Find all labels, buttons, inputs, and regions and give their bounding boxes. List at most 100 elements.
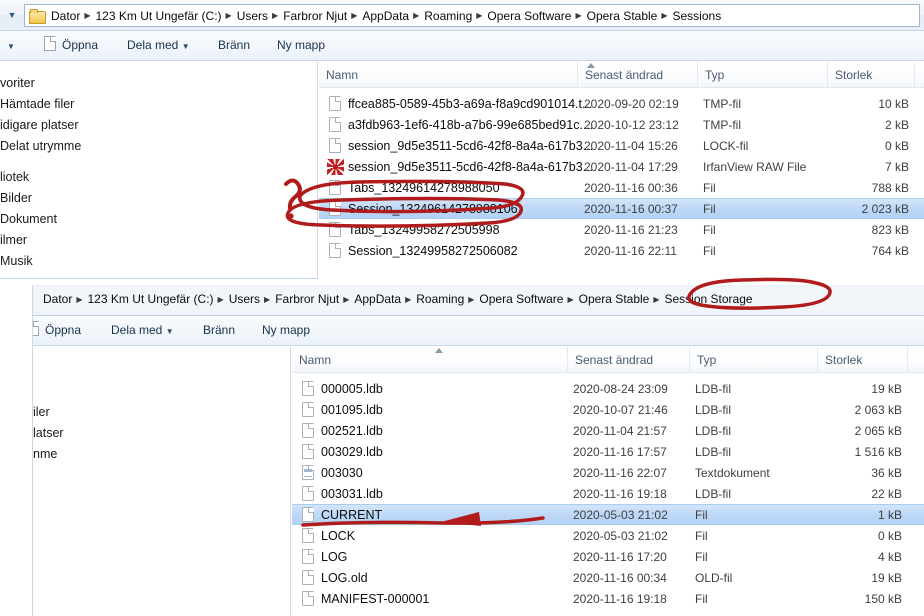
breadcrumb-item-appdata[interactable]: AppData	[351, 291, 404, 307]
breadcrumb-separator-icon: ▶	[468, 294, 475, 304]
table-row[interactable]: LOG.old 2020-11-16 00:34 OLD-fil 19 kB	[292, 567, 924, 588]
breadcrumb-item-roaming[interactable]: Roaming	[413, 291, 467, 307]
file-list-pane[interactable]: Namn Senast ändrad Typ Storlek 000005.ld…	[292, 347, 924, 616]
file-name-cell: 001095.ldb	[321, 402, 383, 417]
file-list-pane[interactable]: Namn Senast ändrad Typ Storlek ffcea885-…	[319, 62, 924, 278]
file-name-cell: session_9d5e3511-5cd6-42f8-8a4a-617b3...	[348, 138, 594, 153]
folder-icon	[29, 9, 46, 24]
burn-button[interactable]: Bränn	[218, 38, 250, 52]
file-name-cell: 002521.ldb	[321, 423, 383, 438]
file-icon	[302, 422, 315, 439]
file-type-cell: OLD-fil	[695, 570, 733, 585]
table-row[interactable]: 003029.ldb 2020-11-16 17:57 LDB-fil 1 516 k…	[292, 441, 924, 462]
table-row[interactable]: LOCK 2020-05-03 21:02 Fil 0 kB	[292, 525, 924, 546]
nav-item[interactable]: Dokument	[0, 212, 57, 226]
column-header-type[interactable]: Typ	[697, 62, 827, 88]
nav-item[interactable]: voriter	[0, 76, 35, 90]
nav-item[interactable]: Musik	[0, 254, 33, 268]
column-header-modified[interactable]: Senast ändrad	[577, 62, 697, 88]
breadcrumb-item-users[interactable]: Users	[226, 291, 263, 307]
new-folder-button[interactable]: Ny mapp	[262, 323, 310, 337]
table-row[interactable]: MANIFEST-000001 2020-11-16 19:18 Fil 150 kB	[292, 588, 924, 609]
column-header-size[interactable]: Storlek	[827, 62, 914, 88]
table-row[interactable]: ffcea885-0589-45b3-a69a-f8a9cd901014.t..…	[319, 93, 924, 114]
explorer-window-sessions: ▼ Dator ▶ 123 Km Ut Ungefär (C:) ▶ Users ▶ Far…	[0, 0, 924, 285]
breadcrumb-item-sessions[interactable]: Sessions	[670, 8, 725, 24]
column-header-extra[interactable]	[907, 347, 924, 373]
file-name-cell: ffcea885-0589-45b3-a69a-f8a9cd901014.t..…	[348, 96, 593, 111]
breadcrumb-item-appdata[interactable]: AppData	[359, 8, 412, 24]
breadcrumb-item-opera-software[interactable]: Opera Software	[484, 8, 574, 24]
breadcrumb-item-123-km-ut-ungef-r-c[interactable]: 123 Km Ut Ungefär (C:)	[85, 291, 217, 307]
breadcrumb-item-users[interactable]: Users	[234, 8, 271, 24]
file-icon	[302, 380, 315, 397]
nav-item[interactable]: latser	[33, 426, 64, 440]
nav-item[interactable]: iler	[33, 405, 50, 419]
column-header-type[interactable]: Typ	[689, 347, 817, 373]
file-name-cell: LOG.old	[321, 570, 368, 585]
table-row[interactable]: LOG 2020-11-16 17:20 Fil 4 kB	[292, 546, 924, 567]
file-icon	[302, 485, 315, 502]
column-header-extra[interactable]	[914, 62, 924, 88]
column-header-modified[interactable]: Senast ändrad	[567, 347, 689, 373]
table-row[interactable]: session_9d5e3511-5cd6-42f8-8a4a-617b3...…	[319, 135, 924, 156]
table-row[interactable]: a3fdb963-1ef6-418b-a7b6-99e685bed91c....…	[319, 114, 924, 135]
address-field[interactable]: Dator ▶ 123 Km Ut Ungefär (C:) ▶ Users ▶ Farbr…	[24, 4, 920, 27]
table-row[interactable]: session_9d5e3511-5cd6-42f8-8a4a-617b3...…	[319, 156, 924, 177]
column-header-size[interactable]: Storlek	[817, 347, 907, 373]
burn-button[interactable]: Bränn	[203, 323, 235, 337]
organize-caret-icon[interactable]: ▼	[7, 42, 15, 51]
table-row[interactable]: 000005.ldb 2020-08-24 23:09 LDB-fil 19 kB	[292, 378, 924, 399]
breadcrumb-item-opera-stable[interactable]: Opera Stable	[576, 291, 653, 307]
table-row[interactable]: Session_13249614278988106 2020-11-16 00:3…	[319, 198, 924, 219]
file-modified-cell: 2020-09-20 02:19	[584, 96, 679, 111]
table-row[interactable]: 003031.ldb 2020-11-16 19:18 LDB-fil 22 kB	[292, 483, 924, 504]
table-row[interactable]: 001095.ldb 2020-10-07 21:46 LDB-fil 2 063 k…	[292, 399, 924, 420]
nav-item[interactable]: liotek	[0, 170, 29, 184]
open-button[interactable]: Öppna	[62, 38, 98, 52]
breadcrumb-separator-icon: ▶	[272, 11, 279, 20]
breadcrumb-item-session-storage[interactable]: Session Storage	[662, 291, 756, 307]
address-field[interactable]: Dator ▶ 123 Km Ut Ungefär (C:) ▶ Users ▶ Farbr…	[34, 287, 924, 311]
breadcrumb-item-123-km-ut-ungef-r-c[interactable]: 123 Km Ut Ungefär (C:)	[93, 8, 225, 24]
breadcrumb-item-farbror-njut[interactable]: Farbror Njut	[280, 8, 350, 24]
file-rows: ffcea885-0589-45b3-a69a-f8a9cd901014.t..…	[319, 93, 924, 261]
nav-item[interactable]: nme	[33, 447, 57, 461]
breadcrumb-item-opera-software[interactable]: Opera Software	[476, 291, 566, 307]
table-row[interactable]: Tabs_13249958272505998 2020-11-16 21:23 Fi…	[319, 219, 924, 240]
breadcrumb-item-dator[interactable]: Dator	[40, 291, 75, 307]
file-name-cell: 003029.ldb	[321, 444, 383, 459]
table-row[interactable]: Tabs_13249614278988050 2020-11-16 00:36 Fi…	[319, 177, 924, 198]
file-type-cell: LDB-fil	[695, 402, 732, 417]
file-modified-cell: 2020-11-16 21:23	[584, 222, 678, 237]
open-button[interactable]: Öppna	[45, 323, 81, 337]
table-row[interactable]: CURRENT 2020-05-03 21:02 Fil 1 kB	[292, 504, 924, 525]
nav-item[interactable]: Bilder	[0, 191, 32, 205]
nav-item[interactable]: Hämtade filer	[0, 97, 74, 111]
table-row[interactable]: 003030 2020-11-16 22:07 Textdokument 36 kB	[292, 462, 924, 483]
nav-item[interactable]: ilmer	[0, 233, 27, 247]
column-header-name[interactable]: Namn	[292, 347, 567, 373]
file-icon	[302, 401, 315, 418]
breadcrumb-item-farbror-njut[interactable]: Farbror Njut	[272, 291, 342, 307]
file-modified-cell: 2020-11-16 00:36	[584, 180, 678, 195]
navigation-dropdown-icon[interactable]: ▼	[4, 7, 20, 23]
file-size-cell: 2 023 kB	[861, 201, 909, 216]
nav-item[interactable]: Delat utrymme	[0, 139, 81, 153]
nav-item[interactable]: idigare platser	[0, 118, 79, 132]
navigation-pane[interactable]: voriter Hämtade filer idigare platser Delat…	[0, 62, 318, 278]
breadcrumb-item-roaming[interactable]: Roaming	[421, 8, 475, 24]
share-with-button[interactable]: Dela med ▼	[127, 38, 190, 52]
breadcrumb-item-dator[interactable]: Dator	[48, 8, 83, 24]
table-row[interactable]: 002521.ldb 2020-11-04 21:57 LDB-fil 2 065 k…	[292, 420, 924, 441]
breadcrumb-item-opera-stable[interactable]: Opera Stable	[584, 8, 661, 24]
new-folder-button[interactable]: Ny mapp	[277, 38, 325, 52]
column-header-name[interactable]: Namn	[319, 62, 577, 88]
navigation-pane[interactable]: iler latser nme	[33, 347, 291, 616]
file-size-cell: 1 516 kB	[854, 444, 902, 459]
table-row[interactable]: Session_13249958272506082 2020-11-16 22:1…	[319, 240, 924, 261]
breadcrumb-separator-icon: ▶	[476, 11, 483, 20]
file-size-cell: 0 kB	[877, 528, 902, 543]
file-size-cell: 19 kB	[871, 570, 902, 585]
share-with-button[interactable]: Dela med ▼	[111, 323, 174, 337]
